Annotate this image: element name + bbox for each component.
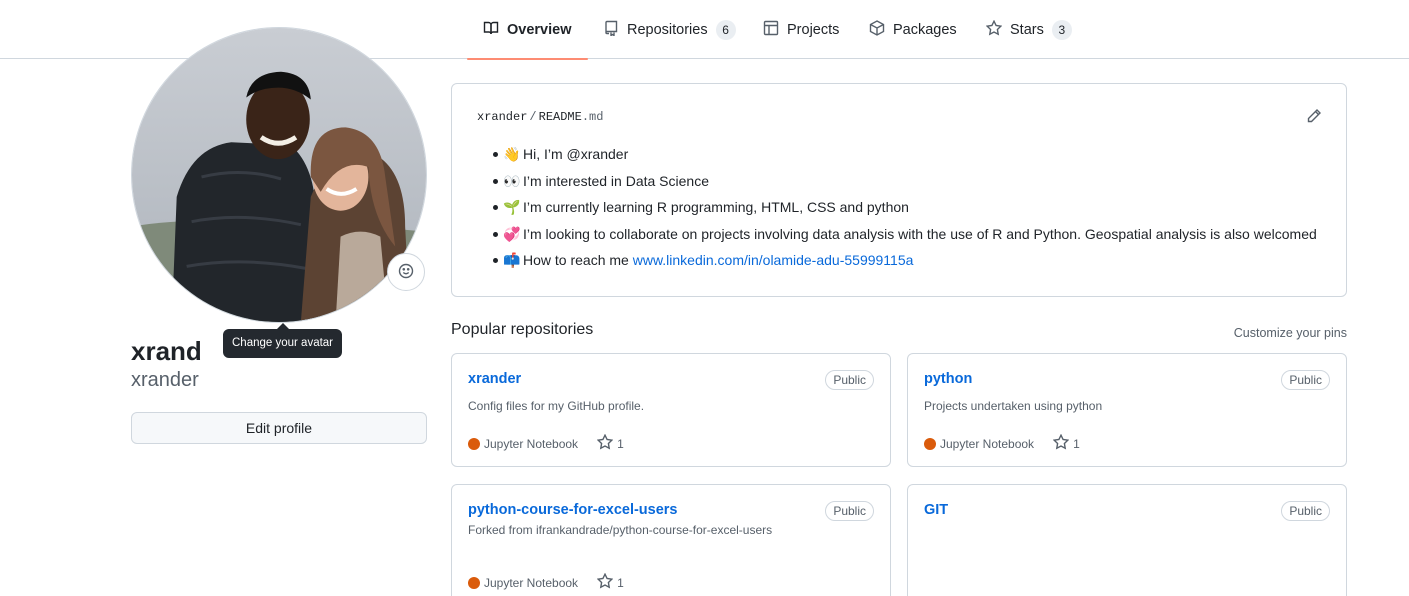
visibility-badge: Public bbox=[825, 501, 874, 521]
pencil-icon bbox=[1306, 109, 1322, 127]
repo-card: python Public Projects undertaken using … bbox=[907, 353, 1347, 467]
repo-card: GIT Public bbox=[907, 484, 1347, 596]
readme-box: xrander / README.md 👋 Hi, I’m @xrander 👀 I’m… bbox=[451, 83, 1347, 297]
tab-repositories[interactable]: Repositories 6 bbox=[603, 0, 736, 59]
tab-packages[interactable]: Packages bbox=[869, 0, 957, 59]
repo-fork-source: Forked from ifrankandrade/python-course-… bbox=[468, 523, 773, 537]
visibility-badge: Public bbox=[1281, 370, 1330, 390]
path-separator: / bbox=[529, 110, 537, 124]
eyes-emoji-icon: 👀 bbox=[503, 172, 521, 189]
repo-card: python-course-for-excel-users Public For… bbox=[451, 484, 891, 596]
readme-path: xrander / README.md bbox=[477, 110, 603, 124]
repo-card: xrander Public Config files for my GitHu… bbox=[451, 353, 891, 467]
readme-item-text: I’m looking to collaborate on projects i… bbox=[523, 225, 1317, 242]
tab-label: Packages bbox=[893, 21, 957, 38]
readme-list: 👋 Hi, I’m @xrander 👀 I’m interested in Dat… bbox=[493, 144, 1317, 277]
repo-icon bbox=[603, 20, 619, 40]
tab-projects[interactable]: Projects bbox=[763, 0, 839, 59]
readme-file-link[interactable]: README bbox=[539, 110, 582, 124]
readme-item: 📫 How to reach me www.linkedin.com/in/ola… bbox=[493, 250, 1317, 277]
repo-stars[interactable]: 1 bbox=[617, 437, 624, 451]
repo-description: Config files for my GitHub profile. bbox=[468, 399, 645, 413]
avatar-tooltip: Change your avatar bbox=[223, 323, 343, 358]
repo-meta: Jupyter Notebook 1 bbox=[468, 572, 624, 592]
language-color-dot bbox=[924, 437, 936, 450]
readme-item: 💞️ I’m looking to collaborate on projects… bbox=[493, 224, 1317, 251]
edit-readme-button[interactable] bbox=[1306, 108, 1322, 124]
edit-profile-button[interactable]: Edit profile bbox=[131, 412, 427, 444]
wave-emoji-icon: 👋 bbox=[503, 146, 521, 162]
repo-name-link[interactable]: python bbox=[924, 371, 972, 387]
repo-stars[interactable]: 1 bbox=[617, 576, 624, 590]
tab-stars[interactable]: Stars 3 bbox=[985, 0, 1072, 59]
language-color-dot bbox=[468, 576, 480, 589]
repo-stars[interactable]: 1 bbox=[1073, 437, 1080, 451]
visibility-badge: Public bbox=[825, 370, 874, 390]
star-icon[interactable] bbox=[1034, 433, 1073, 453]
stars-count-badge: 3 bbox=[1051, 19, 1072, 40]
star-icon[interactable] bbox=[578, 572, 617, 592]
tab-label: Overview bbox=[507, 21, 572, 38]
repo-name-link[interactable]: xrander bbox=[468, 371, 521, 387]
avatar[interactable] bbox=[131, 27, 427, 323]
hearts-emoji-icon: 💞️ bbox=[503, 225, 521, 242]
profile-username: xrander bbox=[131, 369, 199, 391]
repo-language: Jupyter Notebook bbox=[484, 575, 579, 590]
repo-language: Jupyter Notebook bbox=[484, 436, 579, 451]
smiley-icon bbox=[398, 263, 414, 282]
repo-description: Projects undertaken using python bbox=[924, 399, 1103, 413]
readme-item: 👀 I’m interested in Data Science bbox=[493, 171, 1317, 198]
readme-item: 🌱 I’m currently learning R programming, H… bbox=[493, 197, 1317, 224]
readme-item-text: I’m interested in Data Science bbox=[523, 172, 709, 189]
readme-item-text: How to reach me bbox=[523, 252, 633, 268]
tab-label: Stars bbox=[1010, 21, 1044, 38]
linkedin-link[interactable]: www.linkedin.com/in/olamide-adu-55999115… bbox=[633, 252, 914, 268]
repo-language: Jupyter Notebook bbox=[940, 436, 1035, 451]
book-icon bbox=[483, 20, 499, 40]
profile-fullname: xrand bbox=[131, 336, 202, 366]
repo-meta: Jupyter Notebook 1 bbox=[468, 433, 624, 453]
readme-item-text: I’m currently learning R programming, HT… bbox=[523, 199, 909, 215]
mailbox-emoji-icon: 📫 bbox=[503, 252, 521, 268]
star-icon[interactable] bbox=[578, 433, 617, 453]
star-icon bbox=[985, 19, 1003, 40]
readme-item: 👋 Hi, I’m @xrander bbox=[493, 144, 1317, 171]
customize-pins-link[interactable]: Customize your pins bbox=[1234, 326, 1347, 340]
readme-file-ext: .md bbox=[581, 110, 604, 124]
package-icon bbox=[869, 19, 885, 40]
language-color-dot bbox=[468, 437, 480, 450]
tab-label: Projects bbox=[787, 21, 840, 38]
tab-overview[interactable]: Overview bbox=[467, 0, 587, 60]
visibility-badge: Public bbox=[1281, 501, 1330, 521]
repo-name-link[interactable]: python-course-for-excel-users bbox=[468, 502, 678, 518]
repo-meta: Jupyter Notebook 1 bbox=[924, 433, 1080, 453]
repo-name-link[interactable]: GIT bbox=[924, 502, 948, 518]
set-status-button[interactable] bbox=[387, 253, 425, 291]
readme-item-text: Hi, I’m @xrander bbox=[523, 146, 629, 162]
table-icon bbox=[763, 20, 779, 40]
tab-label: Repositories bbox=[627, 21, 708, 38]
readme-owner-link[interactable]: xrander bbox=[477, 110, 527, 124]
popular-repositories-heading: Popular repositories bbox=[451, 321, 594, 338]
repositories-count-badge: 6 bbox=[715, 19, 736, 40]
seedling-emoji-icon: 🌱 bbox=[503, 199, 521, 215]
